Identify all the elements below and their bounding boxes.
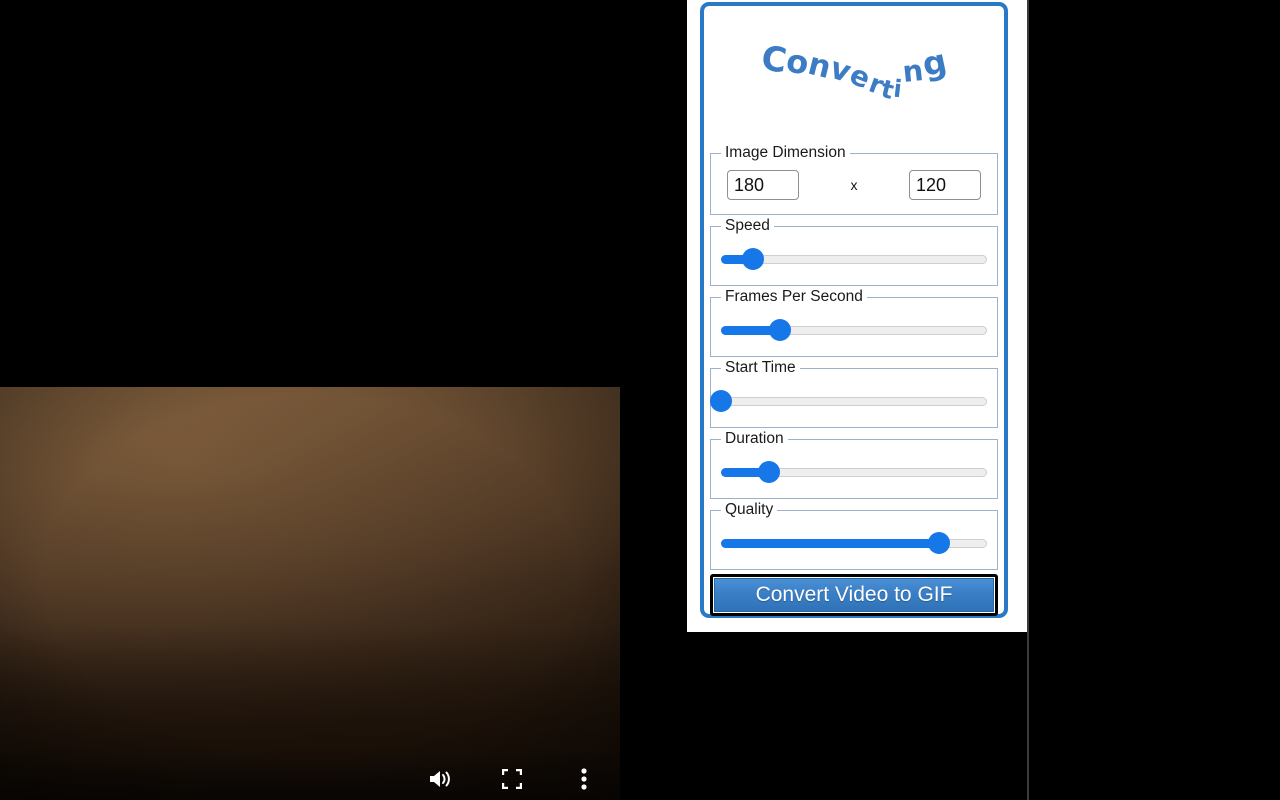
convert-button-focus-ring: Convert Video to GIF: [710, 574, 998, 616]
video-frame[interactable]: [0, 387, 620, 800]
duration-slider-wrap: [721, 452, 987, 488]
fps-slider-wrap: [721, 310, 987, 346]
slider-thumb[interactable]: [710, 390, 732, 412]
fullscreen-button[interactable]: [493, 760, 531, 798]
image-dimension-row: x: [721, 166, 987, 200]
group-label-speed: Speed: [725, 217, 770, 234]
group-speed: Speed: [710, 217, 998, 286]
start-time-slider[interactable]: [710, 390, 987, 412]
settings-panel-border: Converting Image Dimension x Speed: [700, 2, 1008, 618]
group-duration: Duration: [710, 430, 998, 499]
group-image-dimension: Image Dimension x: [710, 144, 998, 215]
page-scrollbar[interactable]: [1027, 0, 1029, 800]
frames-per-second-slider[interactable]: [721, 319, 987, 341]
more-options-button[interactable]: [565, 760, 603, 798]
speed-slider-wrap: [721, 239, 987, 275]
logo-letter: i: [892, 74, 904, 104]
speed-slider[interactable]: [721, 248, 987, 270]
slider-thumb[interactable]: [928, 532, 951, 554]
video-controls-bar: [0, 756, 620, 800]
duration-slider[interactable]: [721, 461, 987, 483]
group-frames-per-second: Frames Per Second: [710, 288, 998, 357]
group-label-start-time: Start Time: [725, 359, 796, 376]
start-time-slider-wrap: [710, 381, 987, 417]
video-vignette: [0, 387, 620, 800]
group-label-image-dimension: Image Dimension: [725, 144, 846, 161]
slider-thumb[interactable]: [768, 319, 791, 341]
image-width-input[interactable]: [727, 170, 799, 200]
app-root: Converting Image Dimension x Speed: [0, 0, 1280, 800]
video-player[interactable]: [0, 0, 620, 800]
dimension-separator: x: [850, 177, 858, 193]
slider-thumb[interactable]: [757, 461, 780, 483]
volume-button[interactable]: [421, 760, 459, 798]
slider-thumb[interactable]: [741, 248, 764, 270]
image-height-input[interactable]: [909, 170, 981, 200]
quality-slider-wrap: [721, 523, 987, 559]
volume-icon: [430, 771, 450, 787]
more-options-icon: [581, 768, 587, 790]
slider-fill: [721, 539, 940, 548]
convert-video-to-gif-button[interactable]: Convert Video to GIF: [714, 578, 994, 612]
group-start-time: Start Time: [710, 359, 998, 428]
slider-track: [721, 397, 987, 406]
converting-logo-text: Converting: [759, 38, 950, 105]
quality-slider[interactable]: [721, 532, 987, 554]
logo-area: Converting: [704, 6, 1004, 144]
fullscreen-icon: [502, 769, 522, 789]
group-label-duration: Duration: [725, 430, 784, 447]
group-label-frames-per-second: Frames Per Second: [725, 288, 863, 305]
group-quality: Quality: [710, 501, 998, 570]
settings-panel: Converting Image Dimension x Speed: [687, 0, 1027, 632]
group-label-quality: Quality: [725, 501, 774, 518]
